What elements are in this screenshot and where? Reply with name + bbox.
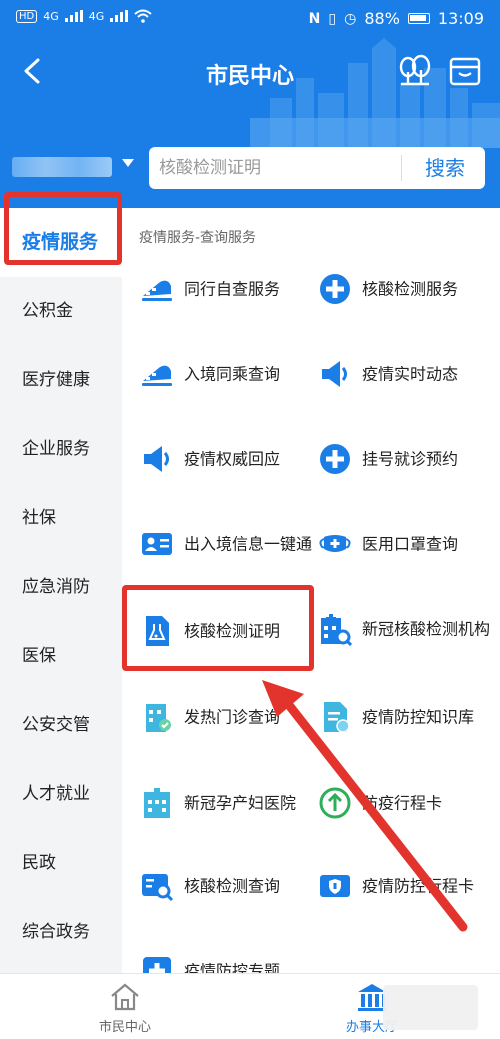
hd-indicator: HD [16,9,38,23]
service-label: 疫情防控专题 [184,961,281,974]
back-arrow-icon[interactable] [18,56,46,86]
category-sidebar: 疫情服务 公积金 医疗健康 企业服务 社保 应急消防 医保 公安交管 人才就业 … [0,208,122,973]
service-label: 疫情实时动态 [362,364,459,384]
vibrate-icon: ▯ [328,10,337,27]
train-icon [142,280,172,301]
service-item[interactable]: 核酸检测查询 [140,851,320,921]
service-item[interactable]: 新冠核酸检测机构 [318,594,498,664]
tab-label: 市民中心 [98,1020,151,1035]
arrow-up-circle-icon [319,787,351,819]
search-button[interactable]: 搜索 [405,147,485,189]
sidebar-item-health[interactable]: 医疗健康 [0,346,122,415]
tree-icon[interactable] [397,54,433,88]
service-label: 发热门诊查询 [184,707,281,727]
service-label: 疫情权威回应 [184,449,281,469]
caret-down-icon [122,159,134,167]
region-name-blurred [12,157,112,177]
sidebar-item-civil-affairs[interactable]: 民政 [0,829,122,898]
speaker-icon [144,446,169,472]
sidebar-item-employment[interactable]: 人才就业 [0,760,122,829]
document-icon [324,702,350,733]
battery-percent: 88% [364,9,400,28]
nfc-icon: N [308,10,321,27]
id-card-icon [142,533,172,555]
service-label: 核酸检测服务 [362,279,459,299]
search-divider [401,155,402,181]
sidebar-item-medical-insurance[interactable]: 医保 [0,622,122,691]
search-bar: 搜索 [149,147,485,189]
speaker-icon [322,361,347,387]
service-label: 出入境信息一键通 [184,534,313,554]
signal-label-2: 4G [88,9,105,23]
service-item[interactable]: 新冠孕产妇医院 [140,768,320,838]
service-item-nucleic-acid-certificate[interactable]: 核酸检测证明 [140,596,320,666]
battery-icon [407,13,430,24]
hospital-search-icon [321,614,352,646]
watermark-overlay [383,985,478,1030]
service-label: 入境同乘查询 [184,364,281,384]
tab-citizen-center[interactable]: 市民中心 [50,974,200,1039]
region-selector[interactable] [12,151,137,183]
home-icon [111,983,139,1011]
header-bar: HD 4G 4G N ▯ ◷ 88% 13:09 市民中心 核酸检测证明 搜索 [0,0,500,208]
service-label: 新冠孕产妇医院 [184,793,297,813]
service-label: 新冠核酸检测机构 [362,619,491,639]
service-item[interactable]: 核酸检测服务 [318,254,498,324]
service-label: 核酸检测查询 [184,876,281,896]
service-item[interactable]: 疫情实时动态 [318,339,498,409]
service-item[interactable]: 防疫行程卡 [318,768,498,838]
sidebar-item-epidemic-services[interactable]: 疫情服务 [0,208,122,277]
service-item[interactable]: 疫情防控行程卡 [318,851,498,921]
train-icon [142,365,172,386]
service-label: 防疫行程卡 [362,793,443,813]
signal-label-1: 4G [43,9,59,23]
signal-icon [64,10,83,22]
flask-document-icon [146,616,169,646]
shield-card-icon [320,875,350,897]
sidebar-item-general-affairs[interactable]: 综合政务 [0,898,122,967]
mask-icon [319,535,351,552]
plus-circle-icon [320,274,350,304]
service-label: 医用口罩查询 [362,534,459,554]
clock-time: 13:09 [437,9,484,28]
service-item[interactable]: 挂号就诊预约 [318,424,498,494]
plus-box-icon [143,957,171,973]
service-label: 核酸检测证明 [184,621,281,641]
service-label: 挂号就诊预约 [362,449,459,469]
sidebar-item-traffic[interactable]: 公安交管 [0,691,122,760]
alarm-icon: ◷ [344,10,357,27]
plus-circle-icon [320,444,350,474]
service-grid: 疫情服务-查询服务 同行自查服务 核酸检测服务 入境同乘查询 疫情实时动态 疫情… [122,208,500,973]
service-label: 疫情防控知识库 [362,707,475,727]
sidebar-item-emergency[interactable]: 应急消防 [0,553,122,622]
service-item[interactable]: 疫情防控专题 [140,936,320,973]
service-item[interactable]: 疫情防控知识库 [318,682,498,752]
search-input[interactable] [159,147,397,189]
sidebar-item-social-security[interactable]: 社保 [0,484,122,553]
service-label: 疫情防控行程卡 [362,876,475,896]
sidebar-item-enterprise[interactable]: 企业服务 [0,415,122,484]
status-bar: HD 4G 4G N ▯ ◷ 88% 13:09 [0,0,500,38]
service-item[interactable]: 同行自查服务 [140,254,320,324]
hospital-icon [146,704,171,732]
service-item[interactable]: 发热门诊查询 [140,682,320,752]
wifi-icon [134,9,152,23]
service-item[interactable]: 入境同乘查询 [140,339,320,409]
service-label: 同行自查服务 [184,279,281,299]
sidebar-item-housing-fund[interactable]: 公积金 [0,277,122,346]
signal-icon-2 [110,10,129,22]
service-item[interactable]: 出入境信息一键通 [140,509,320,579]
section-title: 疫情服务-查询服务 [139,230,257,246]
search-card-icon [142,874,174,902]
hospital-icon [144,788,170,818]
wallet-icon[interactable] [447,54,483,88]
service-item[interactable]: 疫情权威回应 [140,424,320,494]
service-item[interactable]: 医用口罩查询 [318,509,498,579]
